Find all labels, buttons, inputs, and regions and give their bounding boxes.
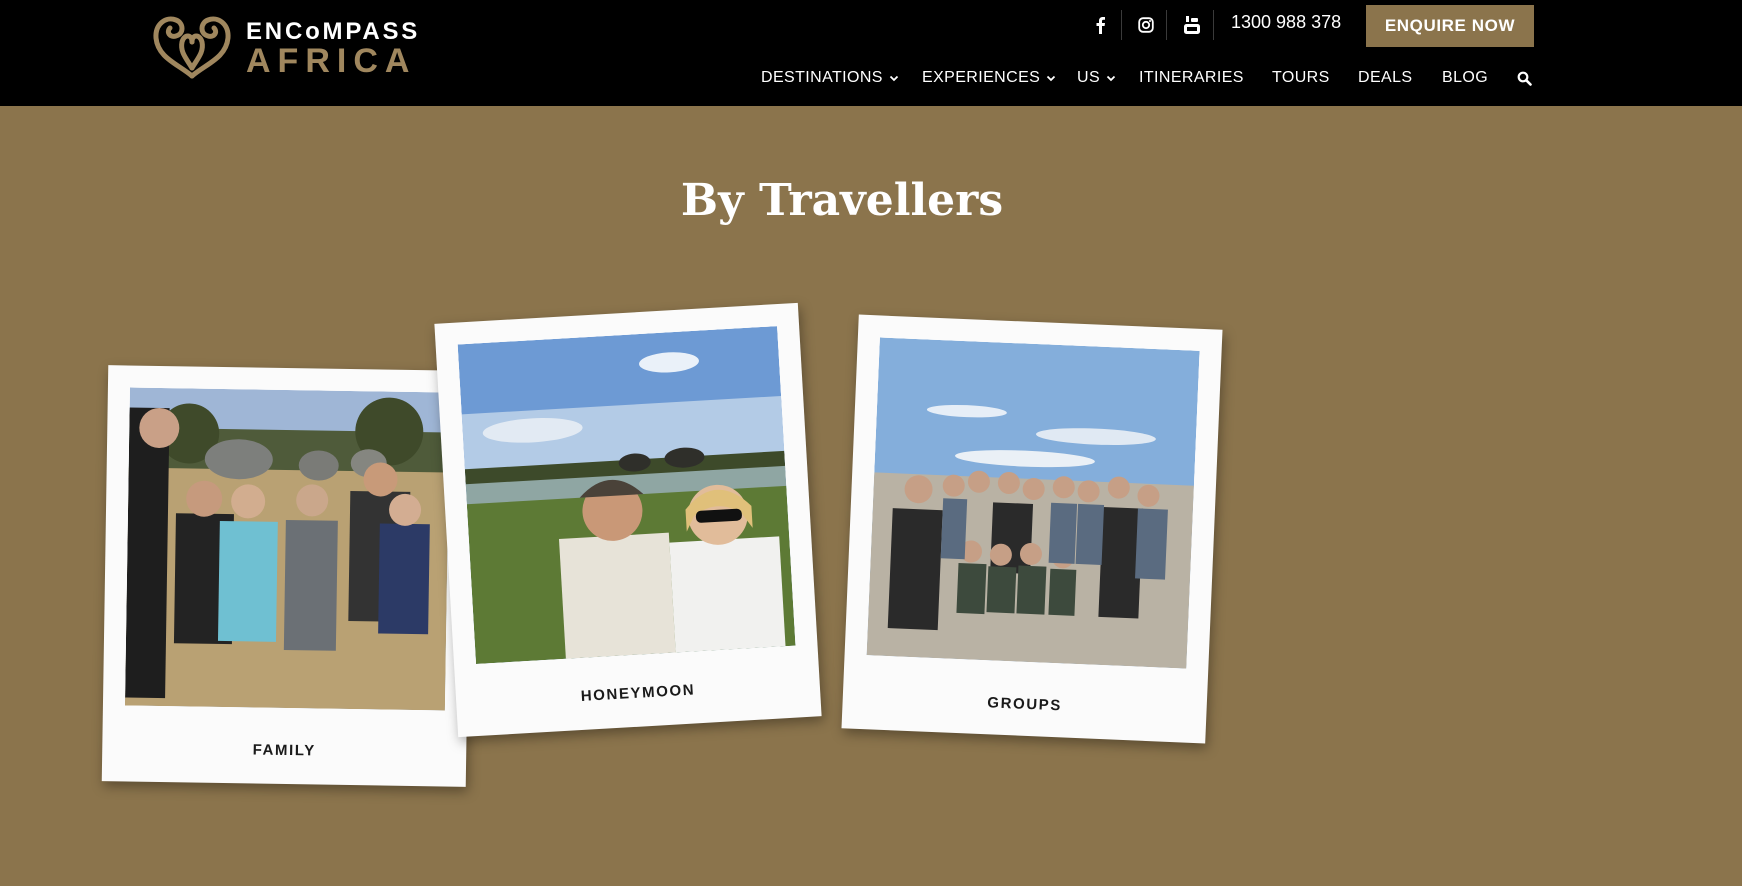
instagram-icon[interactable]: [1132, 12, 1160, 38]
section-title: By Travellers: [680, 175, 1004, 226]
card-label: GROUPS: [987, 694, 1063, 715]
nav-item-experiences[interactable]: EXPERIENCES: [922, 66, 1056, 90]
nav-label: US: [1077, 69, 1101, 86]
site-header: ENCoMPASS AFRICA 1300 988 378 ENQUIRE NO…: [0, 0, 1742, 106]
phone-number[interactable]: 1300 988 378: [1231, 12, 1341, 33]
nav-label: BLOG: [1442, 69, 1489, 86]
card-family[interactable]: FAMILY: [101, 365, 473, 787]
logo-mark-icon: [153, 16, 231, 79]
nav-label: ITINERARIES: [1139, 69, 1244, 86]
nav-item-destinations[interactable]: DESTINATIONS: [761, 66, 899, 90]
nav-item-tours[interactable]: TOURS: [1272, 66, 1330, 90]
youtube-icon[interactable]: [1178, 12, 1206, 38]
card-label: HONEYMOON: [580, 681, 696, 705]
divider: [1213, 10, 1214, 40]
nav-item-itineraries[interactable]: ITINERARIES: [1139, 66, 1244, 90]
facebook-icon[interactable]: [1086, 12, 1114, 38]
groups-photo: [866, 337, 1200, 669]
logo-text-line2: AFRICA: [246, 42, 417, 80]
enquire-now-button[interactable]: ENQUIRE NOW: [1366, 5, 1534, 47]
family-photo: [124, 387, 450, 711]
nav-label: EXPERIENCES: [922, 69, 1041, 86]
divider: [1166, 10, 1167, 40]
nav-label: DESTINATIONS: [761, 69, 883, 86]
chevron-down-icon: [1106, 75, 1116, 82]
card-groups[interactable]: GROUPS: [841, 314, 1223, 744]
nav-label: TOURS: [1272, 69, 1330, 86]
card-honeymoon[interactable]: HONEYMOON: [434, 302, 822, 738]
search-icon[interactable]: [1517, 66, 1532, 90]
divider: [1121, 10, 1122, 40]
site-logo[interactable]: ENCoMPASS AFRICA: [148, 12, 418, 84]
chevron-down-icon: [1047, 75, 1056, 82]
chevron-down-icon: [889, 75, 898, 82]
card-label: FAMILY: [252, 741, 316, 760]
nav-item-blog[interactable]: BLOG: [1442, 66, 1488, 90]
nav-label: DEALS: [1358, 69, 1413, 86]
nav-item-deals[interactable]: DEALS: [1358, 66, 1412, 90]
honeymoon-photo: [457, 326, 796, 664]
nav-item-us[interactable]: US: [1077, 66, 1116, 90]
